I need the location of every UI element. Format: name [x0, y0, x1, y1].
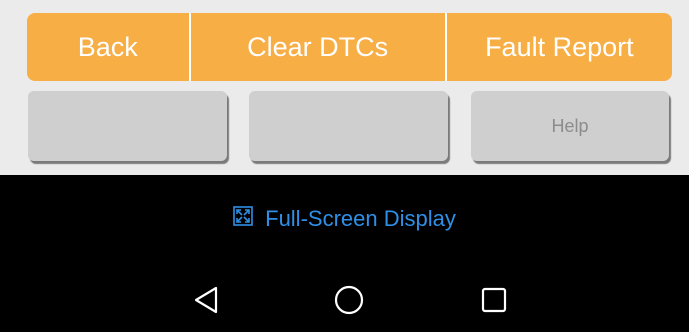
- nav-back-button[interactable]: [176, 270, 236, 330]
- clear-dtcs-button[interactable]: Clear DTCs: [188, 13, 445, 81]
- fullscreen-label: Full-Screen Display: [265, 206, 456, 231]
- square-recent-icon: [481, 287, 507, 313]
- fullscreen-expand-icon: [233, 206, 265, 232]
- back-button[interactable]: Back: [27, 13, 189, 81]
- circle-home-icon: [334, 285, 364, 315]
- nav-home-button[interactable]: [319, 270, 379, 330]
- fullscreen-display-link[interactable]: Full-Screen Display: [0, 196, 689, 242]
- nav-recent-button[interactable]: [464, 270, 524, 330]
- empty-button-2[interactable]: [249, 91, 448, 161]
- android-navigation-bar: [0, 270, 689, 330]
- help-button[interactable]: Help: [471, 91, 669, 161]
- triangle-back-icon: [194, 286, 218, 314]
- fault-report-button[interactable]: Fault Report: [444, 13, 672, 81]
- primary-toolbar: Back Clear DTCs Fault Report: [27, 13, 672, 81]
- button-panel: Back Clear DTCs Fault Report Help: [0, 0, 689, 175]
- empty-button-1[interactable]: [28, 91, 227, 161]
